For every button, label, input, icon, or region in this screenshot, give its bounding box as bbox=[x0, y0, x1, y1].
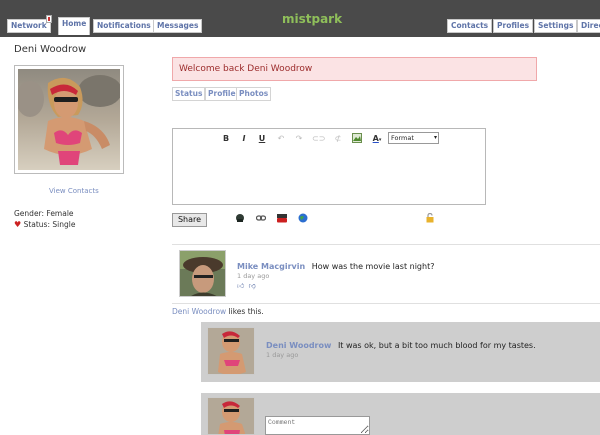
tab-status[interactable]: Status bbox=[172, 87, 206, 101]
insert-image-icon[interactable] bbox=[351, 133, 362, 144]
undo-icon[interactable]: ↶ bbox=[276, 133, 286, 144]
format-select[interactable]: Format ▾ bbox=[388, 132, 439, 144]
notification-badge-icon[interactable] bbox=[46, 15, 52, 23]
nav-messages[interactable]: Messages bbox=[153, 19, 203, 33]
thumbs-down-icon[interactable]: 👎︎ bbox=[249, 282, 256, 290]
avatar[interactable] bbox=[179, 250, 226, 297]
profile-photo[interactable] bbox=[14, 65, 124, 174]
tab-photos[interactable]: Photos bbox=[236, 87, 272, 101]
underline-icon[interactable]: U bbox=[257, 133, 267, 144]
youtube-icon[interactable] bbox=[277, 213, 287, 223]
unlink-icon[interactable]: ⊄ bbox=[332, 133, 344, 144]
site-name: mistpark bbox=[282, 12, 343, 26]
comment-timestamp: 1 day ago bbox=[266, 351, 299, 359]
profile-status: ♥ Status: Single bbox=[14, 220, 75, 229]
tab-profile[interactable]: Profile bbox=[205, 87, 239, 101]
new-comment-area bbox=[201, 393, 600, 435]
profile-gender: Gender: Female bbox=[14, 209, 74, 218]
post-author-link[interactable]: Mike Macgirvin bbox=[237, 262, 305, 271]
status-editor[interactable]: B I U ↶ ↷ ⊂⊃ ⊄ A▾ Format ▾ bbox=[172, 128, 486, 205]
comment-input[interactable] bbox=[265, 416, 370, 435]
nav-network[interactable]: Network bbox=[7, 19, 51, 33]
welcome-message: Welcome back Deni Woodrow bbox=[172, 57, 537, 81]
comment-header: Deni Woodrow It was ok, but a bit too mu… bbox=[266, 341, 536, 350]
chevron-down-icon: ▾ bbox=[433, 134, 437, 141]
redo-icon[interactable]: ↷ bbox=[294, 133, 304, 144]
avatar[interactable] bbox=[207, 327, 255, 375]
post-divider bbox=[172, 244, 600, 245]
like-actions: 👍︎ 👎︎ bbox=[237, 281, 256, 290]
profile-photo-image bbox=[16, 69, 122, 170]
likes-line: Deni Woodrow likes this. bbox=[172, 307, 264, 316]
likes-text: likes this. bbox=[226, 307, 264, 316]
share-button[interactable]: Share bbox=[172, 213, 207, 227]
nav-profiles[interactable]: Profiles bbox=[493, 19, 534, 33]
nav-settings[interactable]: Settings bbox=[534, 19, 578, 33]
italic-icon[interactable]: I bbox=[239, 133, 249, 144]
top-navigation-bar: Network Home Notifications Messages mist… bbox=[0, 0, 600, 37]
heart-icon: ♥ bbox=[14, 220, 22, 229]
lock-icon[interactable] bbox=[425, 213, 435, 223]
text-color-icon[interactable]: A▾ bbox=[369, 133, 385, 144]
post-divider bbox=[172, 303, 600, 304]
avatar-image bbox=[208, 328, 254, 374]
globe-icon[interactable] bbox=[298, 213, 308, 223]
profile-name: Deni Woodrow bbox=[14, 44, 87, 55]
post-message: How was the movie last night? bbox=[311, 262, 435, 271]
view-contacts-link[interactable]: View Contacts bbox=[49, 187, 99, 195]
profile-status-text: Status: Single bbox=[23, 220, 76, 229]
likes-user-link[interactable]: Deni Woodrow bbox=[172, 307, 226, 316]
post-header: Mike Macgirvin How was the movie last ni… bbox=[237, 262, 434, 271]
comment-author-link[interactable]: Deni Woodrow bbox=[266, 341, 331, 350]
nav-directory[interactable]: Direc bbox=[577, 19, 600, 33]
thumbs-up-icon[interactable]: 👍︎ bbox=[237, 282, 244, 290]
avatar-image bbox=[180, 251, 225, 296]
avatar-image bbox=[208, 398, 254, 434]
nav-home[interactable]: Home bbox=[58, 17, 91, 35]
format-select-label: Format bbox=[391, 134, 414, 142]
nav-contacts[interactable]: Contacts bbox=[447, 19, 493, 33]
insert-link-icon[interactable] bbox=[256, 213, 266, 223]
post-timestamp: 1 day ago bbox=[237, 272, 270, 280]
comment bbox=[201, 322, 600, 382]
nav-notifications[interactable]: Notifications bbox=[93, 19, 155, 33]
comment-message: It was ok, but a bit too much blood for … bbox=[337, 341, 536, 350]
attach-photo-icon[interactable] bbox=[235, 213, 245, 223]
bold-icon[interactable]: B bbox=[221, 133, 231, 144]
link-icon[interactable]: ⊂⊃ bbox=[312, 133, 325, 144]
avatar bbox=[207, 397, 255, 435]
